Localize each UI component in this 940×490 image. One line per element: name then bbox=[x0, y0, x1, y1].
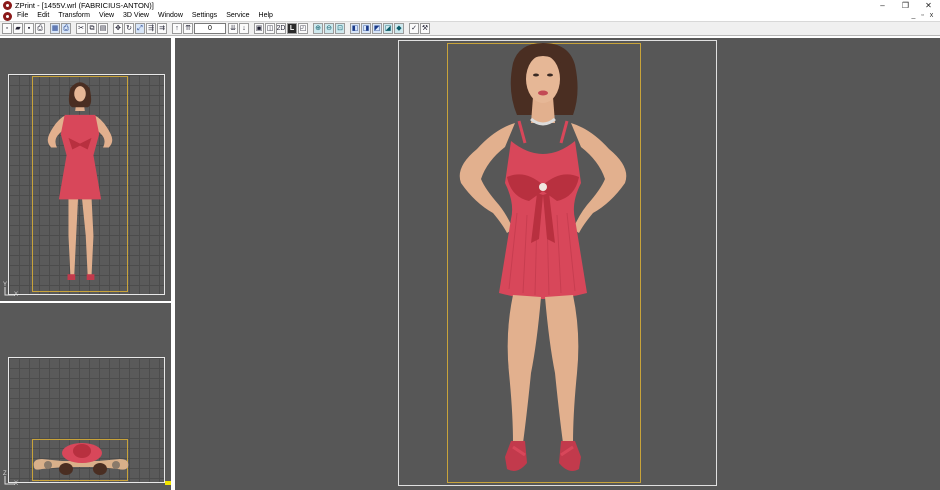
move-up-double-icon[interactable]: ⇈ bbox=[183, 23, 193, 34]
close-button[interactable]: ✕ bbox=[917, 0, 940, 11]
view-back-icon[interactable]: ◨ bbox=[361, 23, 371, 34]
view-2d-button[interactable]: 2D bbox=[276, 23, 286, 34]
menu-view[interactable]: View bbox=[99, 11, 114, 21]
app-logo-icon bbox=[3, 1, 12, 10]
copy-icon[interactable]: ⧉ bbox=[87, 23, 97, 34]
view-iso-icon[interactable]: ◆ bbox=[394, 23, 404, 34]
menu-bar: File Edit Transform View 3D View Window … bbox=[0, 11, 940, 21]
menu-service[interactable]: Service bbox=[226, 11, 249, 21]
statistics-icon[interactable]: ✓ bbox=[409, 23, 419, 34]
tools-icon[interactable]: ⚒ bbox=[420, 23, 430, 34]
printer-icon[interactable]: ⎙ bbox=[61, 23, 71, 34]
scale-icon[interactable]: ⤢ bbox=[135, 23, 145, 34]
title-bar: ZPrint - [1455V.wrl (FABRICIUS-ANTON)] –… bbox=[0, 0, 940, 11]
menu-edit[interactable]: Edit bbox=[37, 11, 49, 21]
step-value-input[interactable]: 0 bbox=[194, 23, 226, 34]
align-icon[interactable]: ⇶ bbox=[146, 23, 156, 34]
snapshot-icon[interactable]: ◫ bbox=[265, 23, 275, 34]
print-setup-icon[interactable]: ⎙ bbox=[35, 23, 45, 34]
view-front-icon[interactable]: ◧ bbox=[350, 23, 360, 34]
menu-settings[interactable]: Settings bbox=[192, 11, 217, 21]
frame-icon[interactable]: ▣ bbox=[254, 23, 264, 34]
front-viewport[interactable]: Y X bbox=[0, 38, 173, 301]
document-system-menu-icon[interactable] bbox=[3, 11, 12, 21]
front-axis-gizmo bbox=[4, 287, 15, 296]
open-folder-icon[interactable]: ▰ bbox=[13, 23, 23, 34]
main-3d-viewport[interactable] bbox=[175, 38, 940, 490]
menu-file[interactable]: File bbox=[17, 11, 28, 21]
selection-marker[interactable] bbox=[165, 481, 171, 485]
doc-minimize-button[interactable]: _ bbox=[909, 11, 918, 21]
model-top-thumbnail bbox=[33, 443, 129, 475]
top-viewport[interactable]: Z X bbox=[0, 303, 173, 490]
model-3d-figure bbox=[459, 43, 627, 471]
zoom-out-icon[interactable]: ⊖ bbox=[324, 23, 334, 34]
menu-window[interactable]: Window bbox=[158, 11, 183, 21]
view-top-icon[interactable]: ◪ bbox=[383, 23, 393, 34]
move-down-icon[interactable]: ↓ bbox=[239, 23, 249, 34]
doc-close-button[interactable]: x bbox=[927, 11, 936, 21]
menu-transform[interactable]: Transform bbox=[58, 11, 90, 21]
window-title: ZPrint - [1455V.wrl (FABRICIUS-ANTON)] bbox=[15, 1, 154, 10]
zoom-window-icon[interactable]: ⊡ bbox=[335, 23, 345, 34]
paste-icon[interactable]: ▤ bbox=[98, 23, 108, 34]
top-axis-gizmo bbox=[4, 476, 15, 485]
cut-icon[interactable]: ✂ bbox=[76, 23, 86, 34]
window-controls: – ❐ ✕ bbox=[871, 0, 940, 11]
document-window-controls: _ ▫ x bbox=[909, 11, 936, 21]
move-icon[interactable]: ✥ bbox=[113, 23, 123, 34]
menu-3d-view[interactable]: 3D View bbox=[123, 11, 149, 21]
zprint-window: ZPrint - [1455V.wrl (FABRICIUS-ANTON)] –… bbox=[0, 0, 940, 490]
zoom-in-icon[interactable]: ⊕ bbox=[313, 23, 323, 34]
save-icon[interactable]: ▪ bbox=[24, 23, 34, 34]
menu-help[interactable]: Help bbox=[259, 11, 273, 21]
layout-icon[interactable]: ◰ bbox=[298, 23, 308, 34]
distribute-icon[interactable]: ⇉ bbox=[157, 23, 167, 34]
build-icon[interactable]: ▦ bbox=[50, 23, 60, 34]
model-front-thumbnail bbox=[47, 82, 113, 280]
view-side-icon[interactable]: ◩ bbox=[372, 23, 382, 34]
minimize-button[interactable]: – bbox=[871, 0, 894, 11]
rotate-icon[interactable]: ↻ bbox=[124, 23, 134, 34]
toolbar: ▫ ▰ ▪ ⎙ ▦ ⎙ ✂ ⧉ ▤ ✥ ↻ ⤢ ⇶ ⇉ ↑ ⇈ 0 ⇊ ↓ ▣ … bbox=[0, 21, 940, 36]
doc-restore-button[interactable]: ▫ bbox=[918, 11, 927, 21]
move-down-double-icon[interactable]: ⇊ bbox=[228, 23, 238, 34]
move-up-icon[interactable]: ↑ bbox=[172, 23, 182, 34]
view-l-button[interactable]: L bbox=[287, 23, 297, 34]
new-file-icon[interactable]: ▫ bbox=[2, 23, 12, 34]
restore-button[interactable]: ❐ bbox=[894, 0, 917, 11]
